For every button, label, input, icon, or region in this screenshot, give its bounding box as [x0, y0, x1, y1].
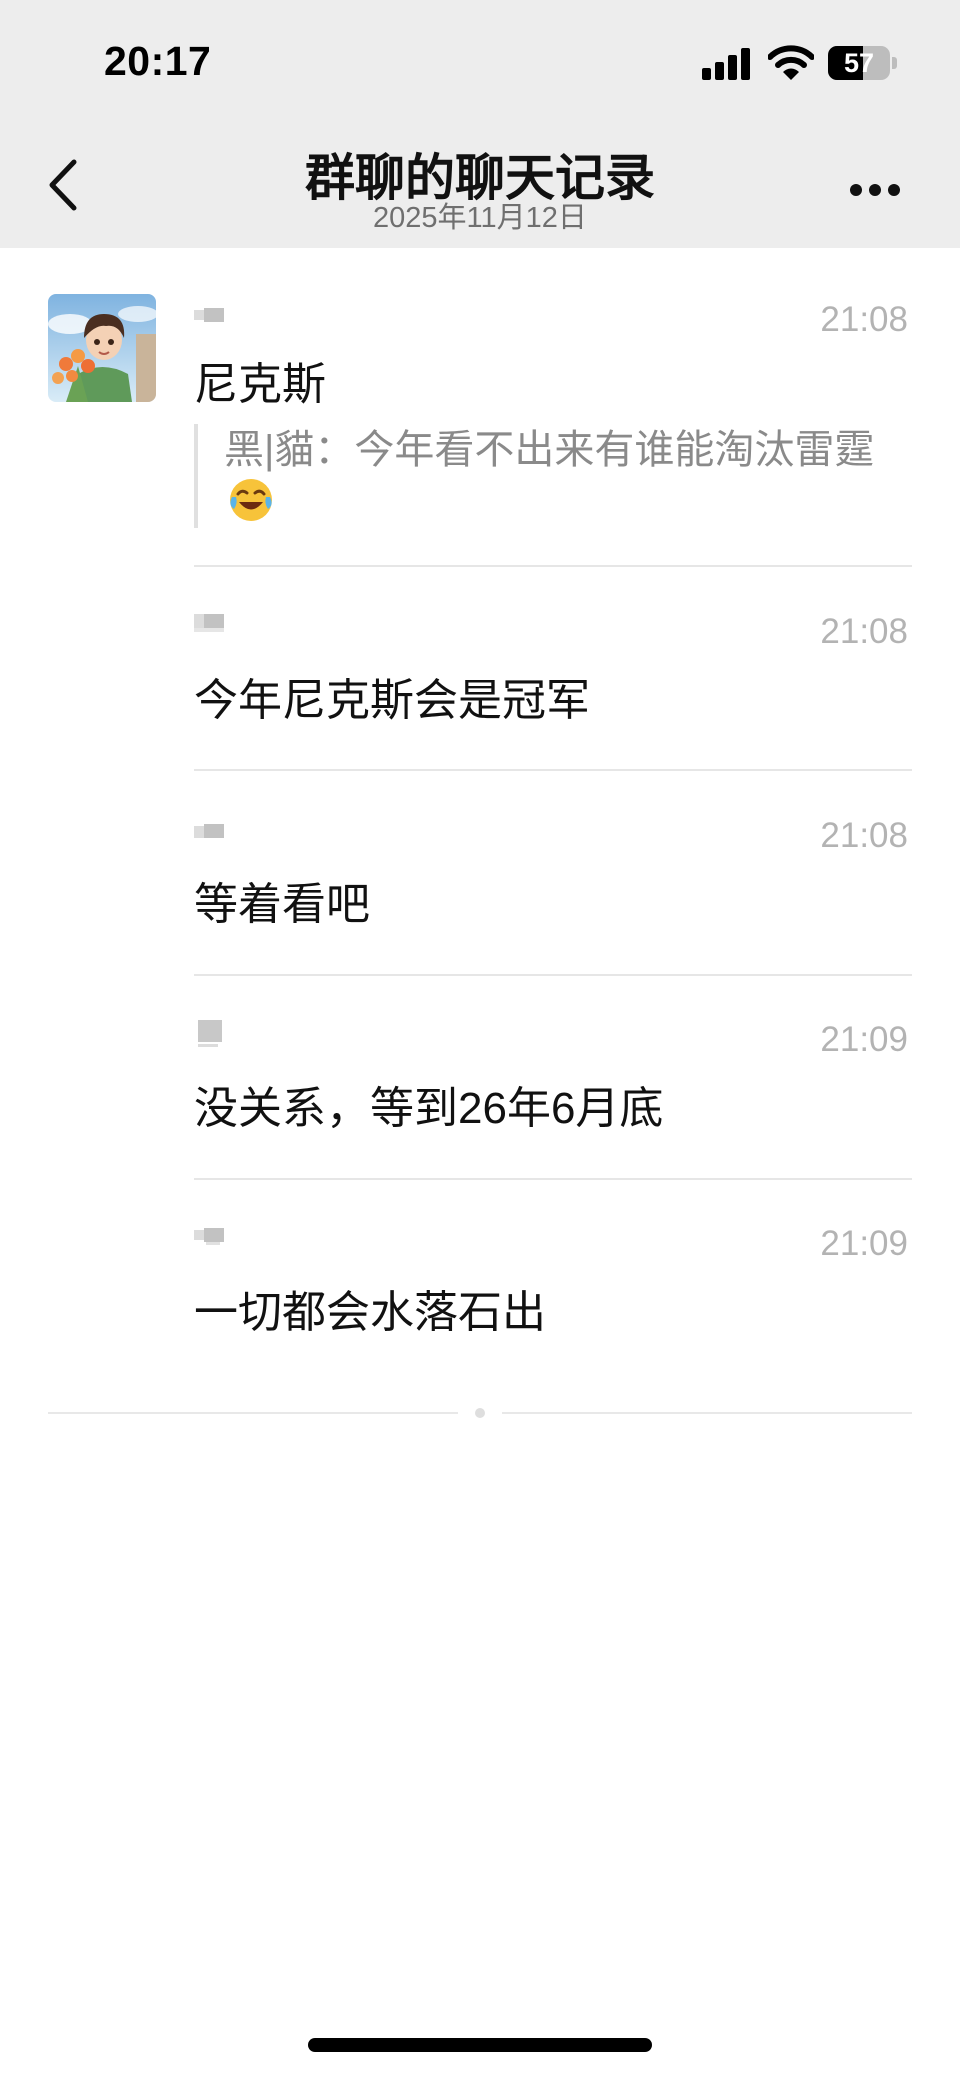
sender-name-blurred: [194, 614, 224, 632]
message-time: 21:08: [820, 816, 908, 855]
avatar[interactable]: [48, 294, 156, 402]
nav-bar: 群聊的聊天记录 2025年11月12日: [0, 130, 960, 248]
sender-name-blurred: [194, 1228, 224, 1246]
message-time: 21:09: [820, 1020, 908, 1059]
quoted-message: 黑|貓：今年看不出来有谁能淘汰雷霆: [194, 424, 884, 528]
message-text: 一切都会水落石出: [194, 1288, 546, 1337]
home-indicator[interactable]: [308, 2038, 652, 2052]
message-text: 尼克斯: [194, 360, 326, 409]
laughing-crying-emoji: [230, 479, 272, 521]
page-subtitle-date: 2025年11月12日: [373, 202, 587, 234]
cellular-signal-icon: [702, 48, 752, 80]
status-bar: 20:17 57: [0, 0, 960, 130]
message-time: 21:09: [820, 1224, 908, 1263]
chat-message[interactable]: 21:09 没关系，等到26年6月底: [194, 1020, 912, 1140]
battery-icon: 57: [828, 46, 890, 80]
message-time: 21:08: [820, 612, 908, 651]
end-of-list-divider: [48, 1412, 458, 1414]
message-divider: [194, 769, 912, 771]
message-divider: [194, 974, 912, 976]
end-of-list-dot: [475, 1408, 485, 1418]
end-of-list-divider: [502, 1412, 912, 1414]
sender-name-blurred: [194, 824, 224, 842]
sender-name-blurred: [194, 306, 224, 324]
message-text: 今年尼克斯会是冠军: [194, 676, 590, 725]
message-divider: [194, 565, 912, 567]
message-text: 等着看吧: [194, 880, 370, 929]
battery-cap: [892, 57, 897, 69]
wifi-icon: [768, 45, 814, 80]
message-text: 没关系，等到26年6月底: [194, 1084, 664, 1133]
chat-message[interactable]: 21:08 今年尼克斯会是冠军: [194, 612, 912, 732]
more-button[interactable]: [840, 170, 910, 210]
avatar-image: [48, 294, 156, 402]
sender-name-blurred: [194, 1020, 224, 1050]
status-time: 20:17: [104, 38, 212, 84]
quoted-message-text: 黑|貓：今年看不出来有谁能淘汰雷霆: [224, 428, 875, 472]
message-time: 21:08: [820, 300, 908, 339]
message-divider: [194, 1178, 912, 1180]
chat-message[interactable]: 21:09 一切都会水落石出: [194, 1224, 912, 1344]
chat-message[interactable]: 21:08 等着看吧: [194, 816, 912, 936]
chat-message[interactable]: 21:08 尼克斯 黑|貓：今年看不出来有谁能淘汰雷霆: [194, 300, 912, 540]
more-dots-icon: [850, 184, 862, 196]
battery-level: 57: [843, 48, 875, 78]
